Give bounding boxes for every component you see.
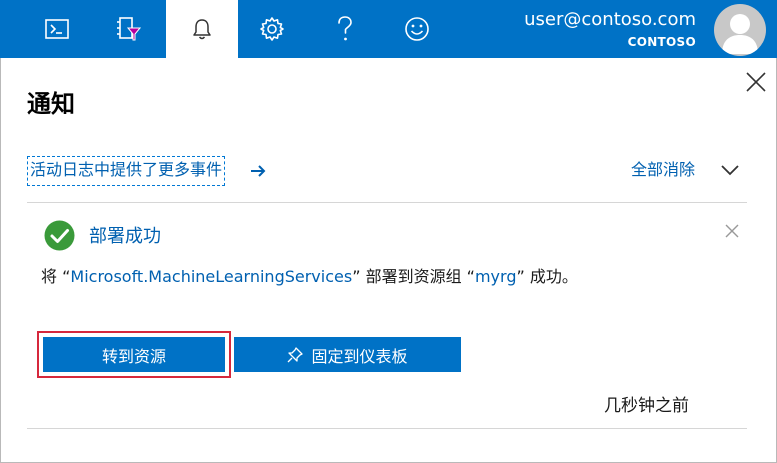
smiley-icon (405, 17, 429, 41)
notifications-panel: 通知 活动日志中提供了更多事件 全部消除 部署成功 将 “Microsoft.M… (0, 58, 777, 463)
activity-log-link[interactable]: 活动日志中提供了更多事件 (27, 156, 226, 186)
resource-group-name: myrg (474, 267, 517, 286)
divider (27, 428, 747, 429)
avatar[interactable] (714, 4, 766, 56)
success-check-icon (44, 220, 75, 251)
notification-title: 部署成功 (89, 226, 161, 247)
dismiss-all-button[interactable]: 全部消除 (631, 157, 695, 183)
go-to-resource-button[interactable]: 转到资源 (43, 337, 225, 372)
close-icon[interactable] (743, 69, 769, 95)
notification-close-icon[interactable] (723, 222, 741, 240)
cloud-shell-button[interactable] (28, 0, 86, 58)
settings-button[interactable] (243, 0, 301, 58)
notifications-button[interactable] (166, 0, 238, 58)
chevron-down-icon[interactable] (720, 162, 740, 178)
directory-filter-icon (117, 17, 141, 41)
user-tenant[interactable]: CONTOSO (628, 35, 696, 49)
avatar-icon (722, 14, 758, 54)
help-button[interactable] (316, 0, 374, 58)
message-prefix: 将 “ (41, 267, 71, 286)
feedback-button[interactable] (388, 0, 446, 58)
help-icon (338, 16, 352, 41)
arrow-right-icon (251, 165, 266, 177)
cloud-shell-icon (45, 19, 69, 39)
directory-filter-button[interactable] (99, 0, 157, 58)
gear-icon (260, 17, 284, 41)
user-email[interactable]: user@contoso.com (524, 9, 696, 30)
message-middle: ” 部署到资源组 “ (352, 267, 475, 286)
resource-name: Microsoft.MachineLearningServices (70, 267, 353, 286)
divider (27, 202, 747, 203)
bell-icon (193, 19, 211, 40)
panel-title: 通知 (27, 90, 75, 118)
pin-to-dashboard-button[interactable]: 固定到仪表板 (234, 337, 461, 372)
notification-timestamp: 几秒钟之前 (604, 396, 689, 416)
top-bar: user@contoso.com CONTOSO (0, 0, 777, 58)
notification-message: 将 “Microsoft.MachineLearningServices” 部署… (41, 264, 578, 290)
pin-icon (288, 346, 304, 362)
pin-button-label: 固定到仪表板 (311, 346, 408, 366)
message-suffix: ” 成功。 (516, 267, 578, 286)
